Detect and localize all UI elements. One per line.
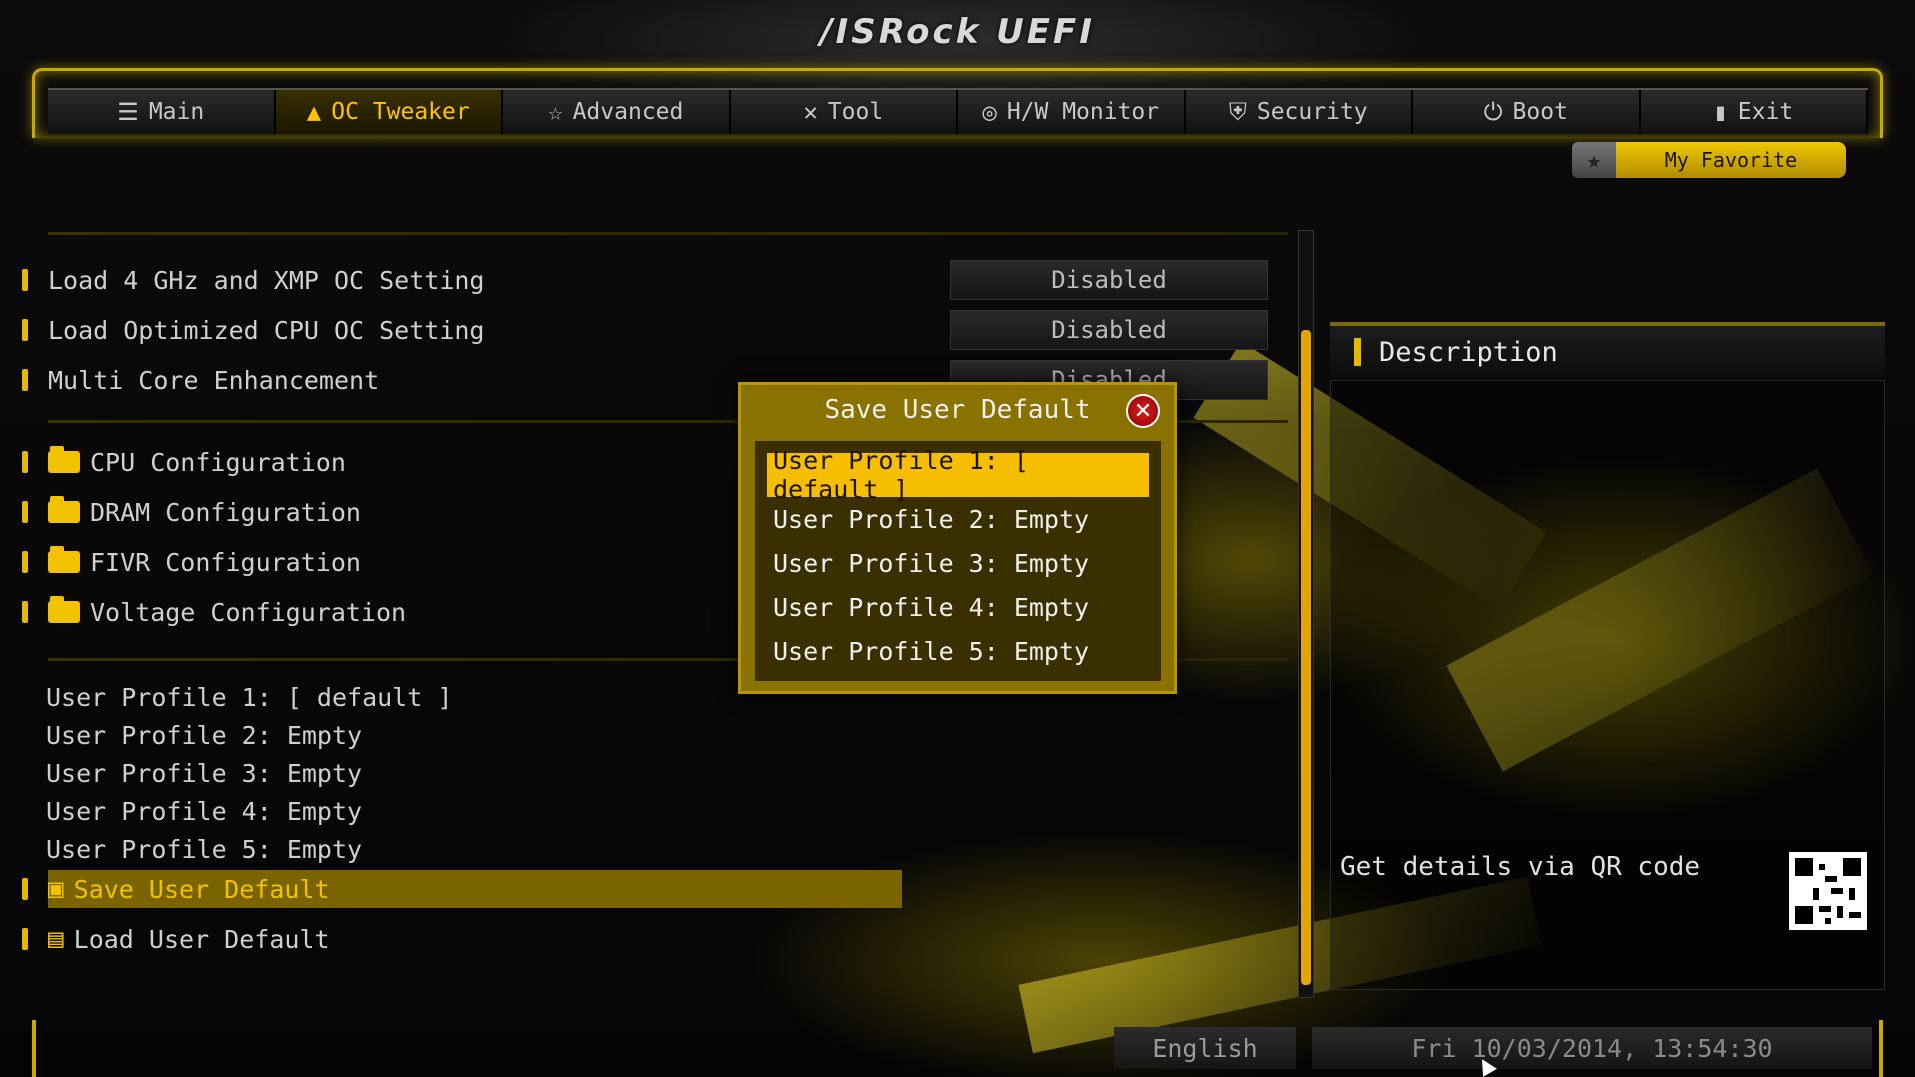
tab-label: OC Tweaker (331, 99, 470, 125)
qr-code-icon (1789, 852, 1867, 930)
setting-label: Load Optimized CPU OC Setting (48, 315, 485, 345)
folder-icon (48, 496, 80, 523)
setting-row[interactable]: Load 4 GHz and XMP OC Setting (22, 260, 485, 300)
profile-option[interactable]: User Profile 1: [ default ] (767, 446, 1149, 504)
setting-row[interactable]: Load Optimized CPU OC Setting (22, 310, 485, 350)
language-selector[interactable]: English (1114, 1027, 1296, 1069)
save-user-default-dialog: Save User Default ✕ User Profile 1: [ de… (738, 382, 1177, 694)
flame-icon: ▲ (306, 98, 322, 126)
tab-oc-tweaker[interactable]: ▲ OC Tweaker (275, 90, 503, 134)
setting-label: Multi Core Enhancement (48, 365, 380, 395)
profile-info: User Profile 4: Empty (46, 797, 363, 826)
folder-icon (48, 596, 80, 623)
profile-info: User Profile 1: [ default ] (46, 683, 453, 712)
profile-option[interactable]: User Profile 4: Empty (767, 585, 1149, 629)
tab-label: H/W Monitor (1006, 99, 1160, 125)
row-marker (22, 319, 28, 341)
tab-label: Main (148, 99, 205, 125)
save-user-default-item[interactable]: ▣ Save User Default (22, 869, 330, 909)
header-marker (1354, 338, 1361, 366)
setting-row[interactable]: Multi Core Enhancement (22, 360, 379, 400)
asrock-uefi-logo: /ISRock UEFI (820, 12, 1095, 52)
setting-label: Load 4 GHz and XMP OC Setting (48, 265, 485, 295)
folder-dram-configuration[interactable]: DRAM Configuration (22, 492, 361, 532)
folder-label: DRAM Configuration (90, 497, 361, 527)
tab-security[interactable]: ⛨ Security (1186, 90, 1413, 134)
tools-icon: ✕ (803, 98, 818, 126)
folder-label: Voltage Configuration (90, 597, 407, 627)
my-favorite-button[interactable]: My Favorite (1616, 142, 1846, 178)
tab-label: Advanced (572, 99, 684, 125)
action-label: Load User Default (73, 924, 330, 954)
tab-tool[interactable]: ✕ Tool (731, 90, 958, 134)
profile-info: User Profile 2: Empty (46, 721, 363, 750)
folder-cpu-configuration[interactable]: CPU Configuration (22, 442, 346, 482)
tab-advanced[interactable]: ☆ Advanced (503, 90, 731, 134)
load-icon: ▤ (48, 924, 64, 954)
row-marker (22, 369, 28, 391)
profile-option-list: User Profile 1: [ default ] User Profile… (755, 441, 1161, 681)
row-marker (22, 551, 28, 573)
load-user-default-item[interactable]: ▤ Load User Default (22, 919, 330, 959)
description-title: Description (1379, 336, 1558, 368)
profile-option[interactable]: User Profile 3: Empty (767, 541, 1149, 585)
row-marker (22, 269, 28, 291)
power-icon: ⏻ (1483, 98, 1503, 126)
folder-label: CPU Configuration (90, 447, 346, 477)
tab-bar: ☰ Main ▲ OC Tweaker ☆ Advanced ✕ Tool ◎ H/W M… (48, 88, 1868, 134)
shield-icon: ⛨ (1228, 98, 1247, 126)
save-icon: ▣ (48, 874, 64, 904)
tab-main[interactable]: ☰ Main (48, 90, 276, 134)
folder-label: FIVR Configuration (90, 547, 361, 577)
description-header: Description (1330, 322, 1885, 378)
folder-icon (48, 446, 80, 473)
exit-icon: ▮ (1713, 98, 1728, 126)
close-icon[interactable]: ✕ (1126, 394, 1160, 428)
tab-exit[interactable]: ▮ Exit (1641, 90, 1868, 134)
row-marker (22, 601, 28, 623)
row-marker (22, 928, 28, 950)
action-label: Save User Default (73, 874, 330, 904)
setting-value[interactable]: Disabled (950, 260, 1268, 300)
divider (48, 232, 1288, 235)
folder-fivr-configuration[interactable]: FIVR Configuration (22, 542, 361, 582)
setting-value[interactable]: Disabled (950, 310, 1268, 350)
folder-voltage-configuration[interactable]: Voltage Configuration (22, 592, 406, 632)
tab-hw-monitor[interactable]: ◎ H/W Monitor (958, 90, 1186, 134)
row-marker (22, 501, 28, 523)
profile-option[interactable]: User Profile 5: Empty (767, 629, 1149, 673)
tab-boot[interactable]: ⏻ Boot (1413, 90, 1641, 134)
favorite-star-icon[interactable]: ★ (1572, 142, 1616, 178)
datetime-display: Fri 10/03/2014, 13:54:30 (1312, 1027, 1872, 1069)
profile-info: User Profile 5: Empty (46, 835, 363, 864)
list-icon: ☰ (117, 98, 139, 126)
qr-hint-text: Get details via QR code (1340, 852, 1701, 882)
tab-label: Tool (827, 99, 884, 125)
monitor-icon: ◎ (982, 98, 997, 126)
scrollbar-thumb[interactable] (1301, 330, 1311, 985)
profile-info: User Profile 3: Empty (46, 759, 363, 788)
tab-label: Security (1256, 99, 1368, 125)
folder-icon (48, 546, 80, 573)
row-marker (22, 451, 28, 473)
star-icon: ☆ (548, 98, 563, 126)
dialog-title: Save User Default (824, 395, 1091, 425)
tab-label: Exit (1737, 99, 1794, 125)
tab-label: Boot (1512, 99, 1568, 125)
row-marker (22, 878, 28, 900)
